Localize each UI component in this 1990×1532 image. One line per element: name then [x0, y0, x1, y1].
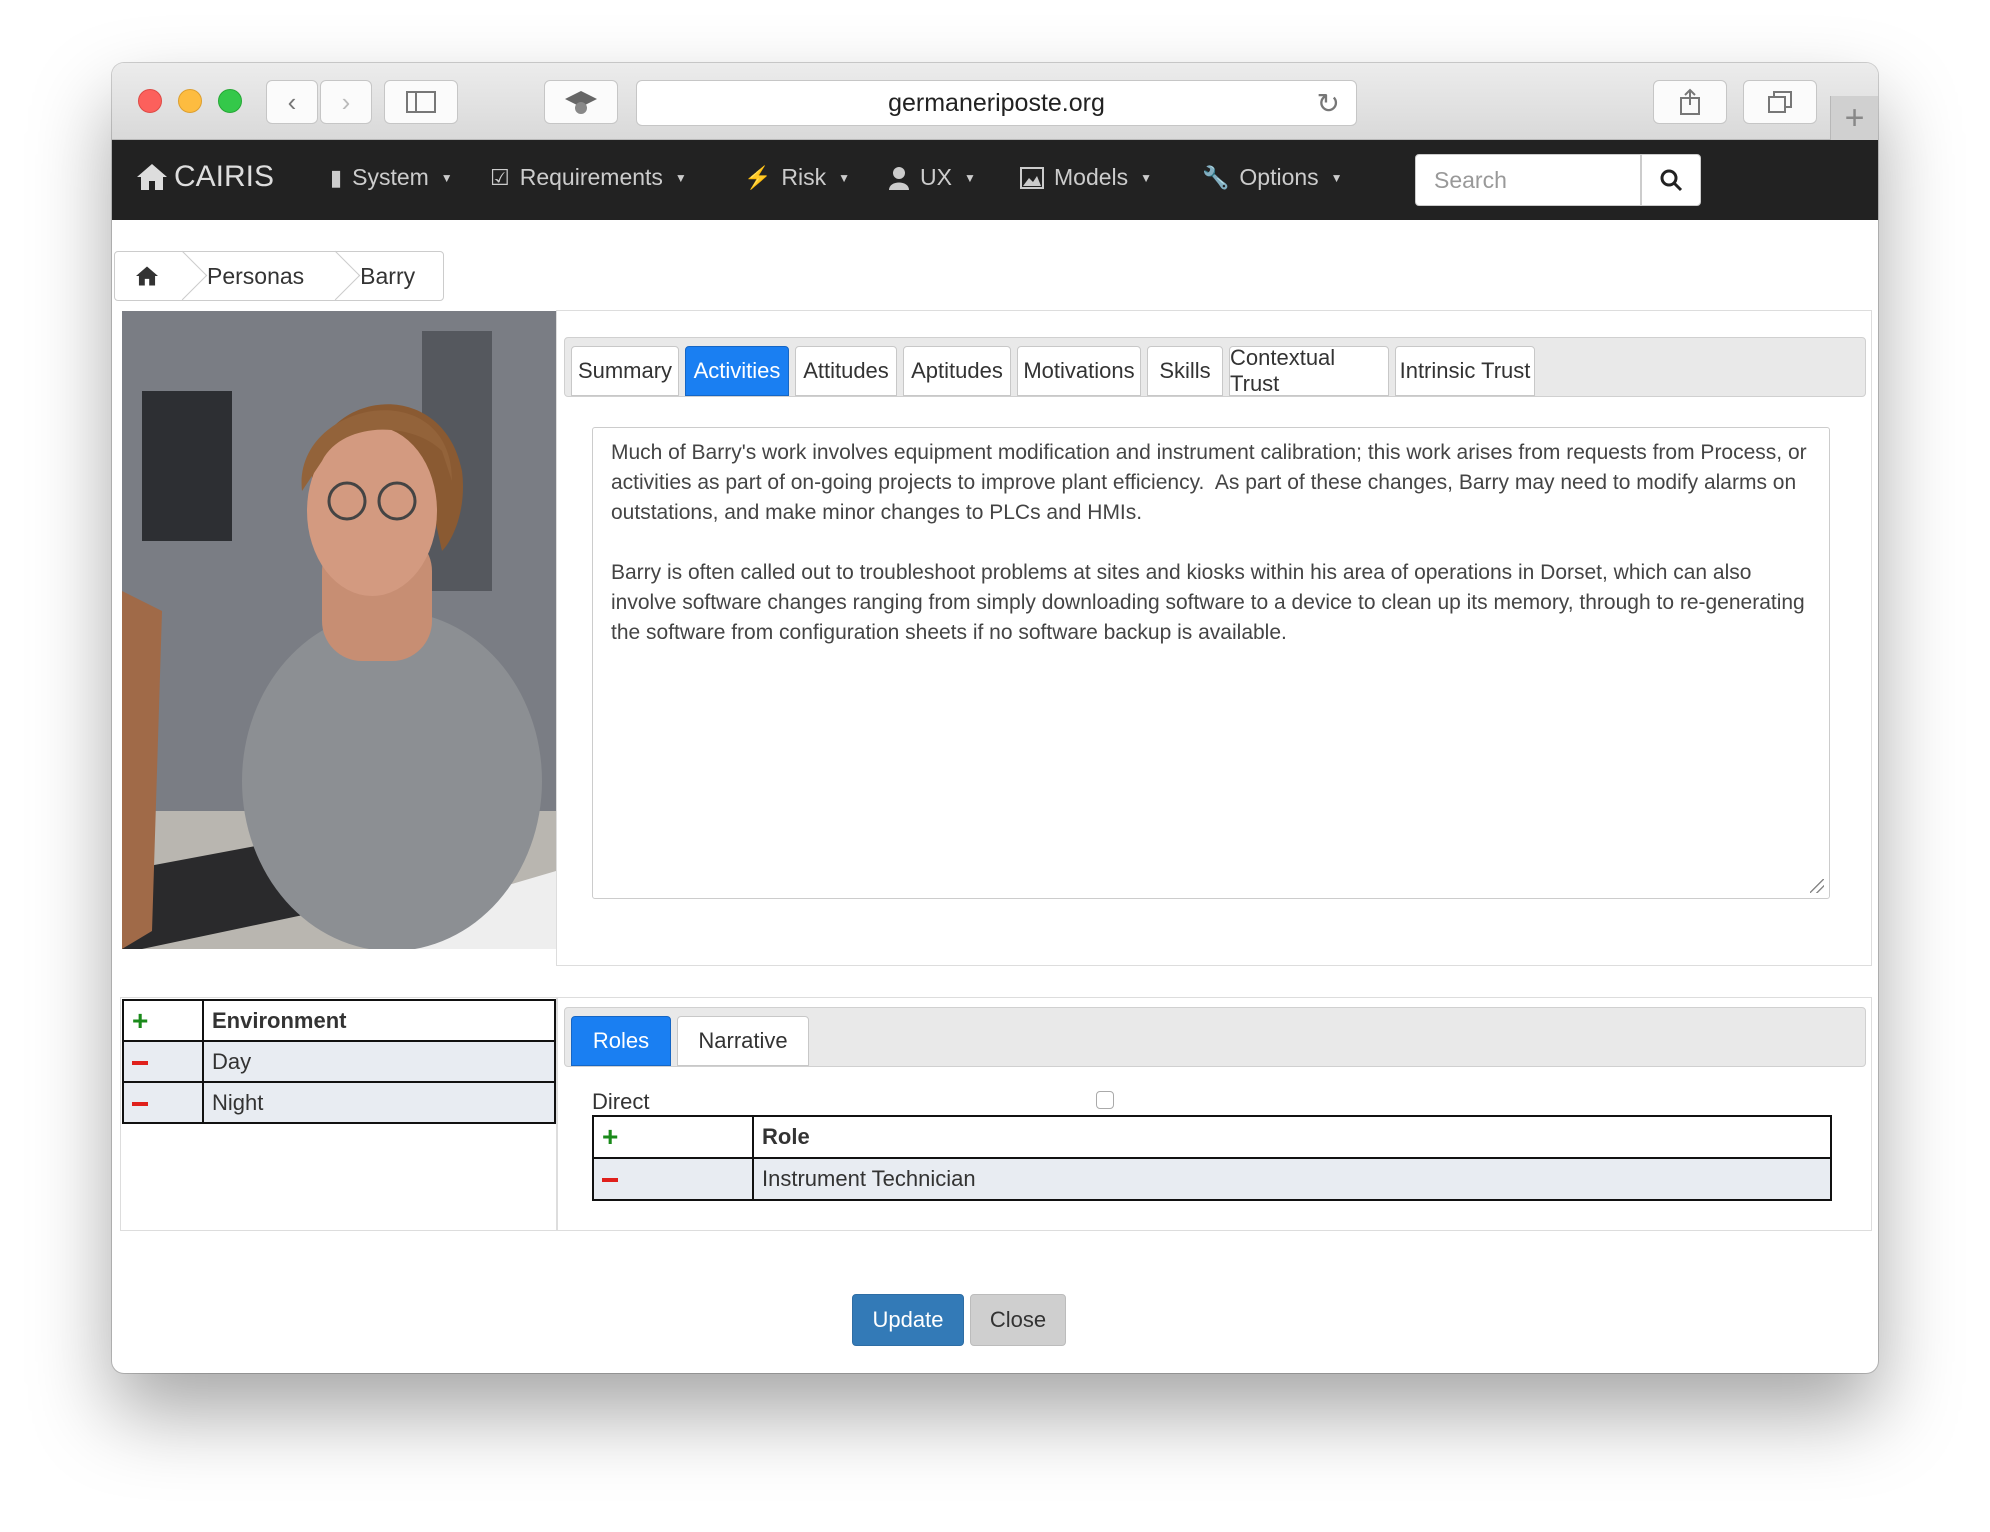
nav-requirements[interactable]: ☑ Requirements ▼ — [490, 164, 687, 191]
activities-textarea[interactable]: Much of Barry's work involves equipment … — [592, 427, 1830, 899]
roles-table: + Role Instrument Technician — [592, 1115, 1832, 1201]
minimize-window-button[interactable] — [178, 89, 202, 113]
minus-icon — [602, 1178, 618, 1183]
book-icon: ▮ — [330, 164, 343, 190]
environment-name[interactable]: Day — [202, 1040, 556, 1083]
direct-label: Direct — [592, 1089, 650, 1114]
caret-down-icon: ▼ — [838, 170, 851, 185]
breadcrumb: Personas Barry — [114, 251, 445, 301]
sidebar-icon — [406, 91, 436, 113]
nav-options[interactable]: 🔧 Options ▼ — [1202, 164, 1343, 191]
tab-summary[interactable]: Summary — [571, 346, 679, 396]
nav-ux-label: UX — [920, 164, 952, 190]
add-role-button[interactable]: + — [592, 1115, 754, 1159]
browser-window: ‹ › germaneriposte.org ↻ + CAIRIS ▮ Syst… — [112, 63, 1878, 1373]
breadcrumb-current: Barry — [332, 252, 443, 300]
persona-image — [122, 311, 556, 949]
nav-options-label: Options — [1239, 164, 1319, 190]
reload-icon[interactable]: ↻ — [1317, 87, 1340, 120]
tab-attitudes[interactable]: Attitudes — [795, 346, 897, 396]
close-button[interactable]: Close — [970, 1294, 1066, 1346]
environment-table: + Environment Day Night — [122, 999, 556, 1124]
browser-titlebar: ‹ › germaneriposte.org ↻ + — [112, 63, 1878, 140]
new-tab-button[interactable]: + — [1830, 96, 1878, 140]
role-header: Role — [752, 1115, 1832, 1159]
nav-models[interactable]: Models ▼ — [1020, 164, 1152, 191]
graduation-cap-icon — [565, 91, 597, 114]
nav-system[interactable]: ▮ System ▼ — [330, 164, 453, 191]
sidebar-toggle-button[interactable] — [384, 80, 458, 124]
environment-header: Environment — [202, 999, 556, 1042]
zoom-window-button[interactable] — [218, 89, 242, 113]
remove-environment-button[interactable] — [122, 1081, 204, 1124]
tab-aptitudes[interactable]: Aptitudes — [903, 346, 1011, 396]
nav-models-label: Models — [1054, 164, 1129, 190]
bolt-icon: ⚡ — [744, 164, 772, 190]
persona-photo — [122, 311, 556, 949]
table-row[interactable]: Instrument Technician — [592, 1157, 1832, 1201]
environment-name[interactable]: Night — [202, 1081, 556, 1124]
brand-name: CAIRIS — [174, 160, 275, 193]
tab-motivations[interactable]: Motivations — [1017, 346, 1141, 396]
chevron-right-icon: › — [341, 86, 351, 117]
nav-ux[interactable]: UX ▼ — [888, 164, 976, 191]
breadcrumb-personas[interactable]: Personas — [179, 252, 332, 300]
picture-icon — [1020, 166, 1044, 189]
plus-icon: + — [602, 1121, 619, 1152]
share-icon — [1680, 88, 1700, 115]
address-bar[interactable]: germaneriposte.org ↻ — [636, 80, 1357, 126]
caret-down-icon: ▼ — [674, 170, 687, 185]
plus-icon: + — [1844, 98, 1865, 137]
checkbox-icon: ☑ — [490, 164, 510, 190]
minus-icon — [132, 1101, 148, 1106]
environment-tabstrip: Roles Narrative — [564, 1007, 1866, 1067]
wrench-icon: 🔧 — [1202, 164, 1230, 190]
caret-down-icon: ▼ — [963, 170, 976, 185]
plus-icon: + — [132, 1004, 149, 1036]
brand-link[interactable]: CAIRIS — [136, 160, 274, 194]
add-environment-button[interactable]: + — [122, 999, 204, 1042]
nav-risk-label: Risk — [781, 164, 827, 190]
search-button[interactable] — [1641, 154, 1701, 206]
tab-skills[interactable]: Skills — [1147, 346, 1223, 396]
direct-checkbox[interactable] — [1096, 1091, 1114, 1109]
tab-roles[interactable]: Roles — [571, 1016, 671, 1066]
app-navbar: CAIRIS ▮ System ▼ ☑ Requirements ▼ ⚡ Ris… — [112, 140, 1878, 220]
extension-button[interactable] — [544, 80, 618, 124]
tab-activities[interactable]: Activities — [685, 346, 789, 396]
forward-button[interactable]: › — [320, 80, 372, 124]
remove-environment-button[interactable] — [122, 1040, 204, 1083]
user-icon — [889, 166, 909, 190]
role-name[interactable]: Instrument Technician — [752, 1157, 1832, 1201]
close-window-button[interactable] — [138, 89, 162, 113]
persona-tabstrip: Summary Activities Attitudes Aptitudes M… — [564, 337, 1866, 397]
tab-intrinsic-trust[interactable]: Intrinsic Trust — [1395, 346, 1535, 396]
share-button[interactable] — [1653, 80, 1727, 124]
tabs-overview-button[interactable] — [1743, 80, 1817, 124]
nav-system-label: System — [352, 164, 429, 190]
caret-down-icon: ▼ — [1330, 170, 1343, 185]
tab-contextual-trust[interactable]: Contextual Trust — [1229, 345, 1389, 396]
tab-narrative[interactable]: Narrative — [677, 1016, 809, 1066]
tabs-icon — [1768, 91, 1792, 113]
back-button[interactable]: ‹ — [266, 80, 318, 124]
update-button[interactable]: Update — [852, 1294, 964, 1346]
home-icon — [136, 266, 158, 286]
search-icon — [1660, 169, 1683, 192]
caret-down-icon: ▼ — [440, 170, 453, 185]
home-icon — [137, 164, 167, 190]
search-input[interactable]: Search — [1415, 154, 1641, 206]
nav-risk[interactable]: ⚡ Risk ▼ — [744, 164, 850, 191]
nav-requirements-label: Requirements — [519, 164, 663, 190]
chevron-left-icon: ‹ — [287, 86, 297, 117]
minus-icon — [132, 1060, 148, 1065]
resize-handle-icon[interactable] — [1810, 879, 1824, 893]
table-row[interactable]: Day — [122, 1040, 556, 1083]
url-text: germaneriposte.org — [888, 88, 1105, 117]
remove-role-button[interactable] — [592, 1157, 754, 1201]
table-row[interactable]: Night — [122, 1081, 556, 1124]
caret-down-icon: ▼ — [1140, 170, 1153, 185]
